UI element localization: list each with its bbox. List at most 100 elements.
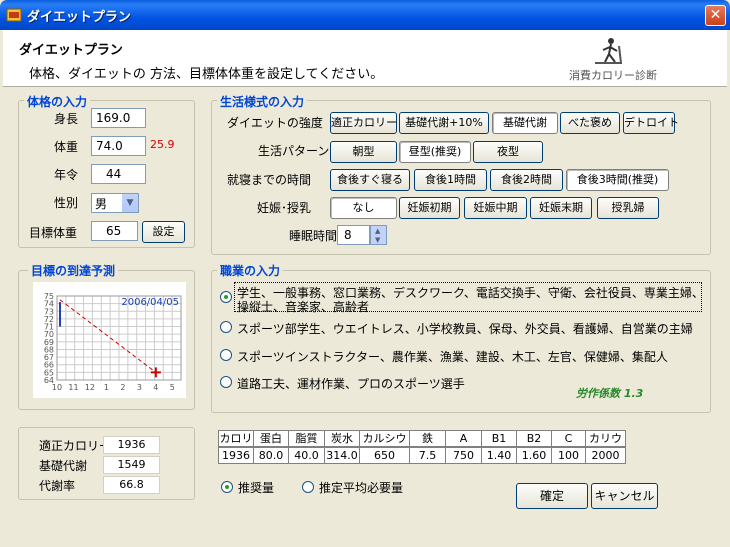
nutrition-header-cell: B2 — [516, 430, 552, 447]
occupation-option-1-line2[interactable]: 操縦士、音楽家、高齢者 — [237, 298, 369, 315]
labor-coefficient: 労作係数 1.3 — [576, 387, 644, 400]
chart-x-tick: 12 — [85, 383, 95, 392]
title-bar: ダイエットプラン ✕ — [0, 0, 730, 30]
bmi-value: 25.9 — [150, 138, 175, 151]
occupation-radio-2[interactable] — [220, 321, 232, 333]
pregnancy-option-mid[interactable]: 妊娠中期 — [464, 197, 527, 219]
nutrition-header-cell: B1 — [481, 430, 517, 447]
sleep-hours-input[interactable]: 8 — [337, 225, 370, 245]
nutrition-value-cell: 7.5 — [409, 447, 446, 464]
nutrition-header-cell: 鉄 — [409, 430, 446, 447]
nutrition-header-cell: カルシウム — [359, 430, 410, 460]
sleep-hours-spinner[interactable]: ▲ ▼ — [370, 225, 387, 245]
cancel-button[interactable]: キャンセル — [591, 483, 658, 509]
summary-label-proper: 適正カロリー — [39, 439, 112, 453]
logo-text: 消費カロリー診断 — [569, 69, 657, 82]
spin-down-icon[interactable]: ▼ — [375, 236, 380, 244]
sleep-gap-option-3[interactable]: 食後3時間(推奨) — [566, 169, 669, 191]
prediction-chart: 75 74 73 72 71 70 69 68 67 66 65 64 10 11 12 1 2 3 4 5 2006/… — [33, 282, 186, 398]
sleep-gap-option-0[interactable]: 食後すぐ寝る — [330, 169, 410, 191]
sex-select[interactable]: 男 ▼ — [91, 193, 139, 213]
target-weight-input[interactable]: 65 — [91, 221, 138, 241]
occupation-option-4[interactable]: 道路工夫、運材作業、プロのスポーツ選手 — [237, 375, 465, 392]
nutrition-value-cell: 314.0 — [324, 447, 360, 464]
sleep-gap-label: 就寝までの時間 — [227, 173, 312, 187]
treadmill-icon — [595, 38, 623, 64]
occupation-option-3[interactable]: スポーツインストラクター、農作業、漁業、建設、木工、左官、保健婦、集配人 — [237, 348, 668, 365]
chevron-down-icon[interactable]: ▼ — [121, 194, 138, 212]
prediction-title: 目標の到達予測 — [28, 262, 119, 279]
chart-x-tick: 5 — [170, 383, 175, 392]
nutrition-header-cell: C — [551, 430, 586, 447]
nutrition-value-cell: 650 — [359, 447, 410, 464]
prediction-chart-svg: 75747372717069686766656410 11 12 1 2 3 4 52006/… — [44, 292, 182, 392]
intensity-option-detroit[interactable]: デトロイト — [623, 112, 679, 134]
summary-label-rate: 代謝率 — [39, 479, 76, 493]
weight-input[interactable]: 74.0 — [91, 136, 146, 156]
height-input[interactable]: 169.0 — [91, 108, 146, 128]
age-label: 年令 — [54, 168, 79, 182]
sleep-gap-option-1[interactable]: 食後1時間 — [414, 169, 487, 191]
sleep-hours-label: 睡眠時間 — [289, 229, 338, 243]
occupation-title: 職業の入力 — [217, 262, 284, 279]
close-button[interactable]: ✕ — [705, 5, 726, 26]
chart-x-tick: 11 — [68, 383, 78, 392]
confirm-button[interactable]: 確定 — [516, 483, 588, 509]
nutrition-value-cell: 1.40 — [481, 447, 517, 464]
pattern-label: 生活パターン — [258, 144, 330, 158]
occupation-option-2[interactable]: スポーツ部学生、ウエイトレス、小学校教員、保母、外交員、看護婦、自営業の主婦 — [237, 320, 693, 337]
intensity-option-basal[interactable]: 基礎代謝 — [492, 112, 558, 134]
pattern-option-day[interactable]: 昼型(推奨) — [399, 141, 471, 163]
pregnancy-option-nursing[interactable]: 授乳婦 — [597, 197, 659, 219]
nutrition-value-cell: 1.60 — [516, 447, 552, 464]
intensity-option-praise[interactable]: べた褒め — [560, 112, 620, 134]
chart-x-tick: 4 — [153, 383, 158, 392]
pregnancy-option-early[interactable]: 妊娠初期 — [399, 197, 460, 219]
mode-radio-average[interactable] — [302, 481, 314, 493]
intensity-option-proper[interactable]: 適正カロリー — [330, 112, 397, 134]
target-weight-label: 目標体重 — [29, 226, 78, 240]
nutrition-header-cell: 炭水 — [324, 430, 360, 447]
set-button[interactable]: 設定 — [142, 221, 185, 243]
nutrition-header-cell: カリウム — [585, 430, 626, 460]
age-input[interactable]: 44 — [91, 164, 146, 184]
pattern-option-morning[interactable]: 朝型 — [330, 141, 397, 163]
chart-x-tick: 1 — [104, 383, 109, 392]
occupation-radio-1[interactable] — [220, 291, 232, 303]
pattern-option-night[interactable]: 夜型 — [473, 141, 543, 163]
window-title: ダイエットプラン — [27, 10, 131, 25]
mode-radio-recommended[interactable] — [221, 481, 233, 493]
nutrition-value-cell: 2000 — [585, 447, 626, 464]
pregnancy-option-none[interactable]: なし — [330, 197, 397, 219]
nutrition-value-cell: 750 — [445, 447, 482, 464]
sex-label: 性別 — [54, 196, 79, 210]
nutrition-header-cell: 脂質 — [288, 430, 325, 447]
nutrition-value-cell: 40.0 — [288, 447, 325, 464]
sex-value: 男 — [95, 197, 108, 211]
mode-label-recommended[interactable]: 推奨量 — [238, 479, 274, 496]
app-icon — [6, 8, 22, 22]
nutrition-value-cell: 80.0 — [253, 447, 289, 464]
nutrition-table: カロリー蛋白脂質炭水カルシウム鉄AB1B2Cカリウム 193680.040.03… — [218, 430, 698, 464]
summary-value-basal: 1549 — [103, 456, 160, 474]
occupation-radio-3[interactable] — [220, 349, 232, 361]
header-panel: ダイエットプラン 体格、ダイエットの 方法、目標体体重を設定してください。 消費… — [3, 30, 727, 87]
body-input-title: 体格の入力 — [24, 93, 91, 110]
pregnancy-label: 妊娠･授乳 — [257, 201, 312, 215]
weight-label: 体重 — [54, 140, 79, 154]
chart-x-tick: 3 — [137, 383, 142, 392]
pregnancy-option-late[interactable]: 妊娠末期 — [530, 197, 592, 219]
nutrition-value-cell: 1936 — [218, 447, 254, 464]
mode-label-average[interactable]: 推定平均必要量 — [319, 479, 403, 496]
header-title: ダイエットプラン — [19, 43, 123, 58]
nutrition-value-cell: 100 — [551, 447, 586, 464]
summary-label-basal: 基礎代謝 — [39, 459, 88, 473]
sleep-gap-option-2[interactable]: 食後2時間 — [490, 169, 563, 191]
nutrition-header-cell: カロリー — [218, 430, 254, 460]
nutrition-header-cell: A — [445, 430, 482, 447]
summary-value-rate: 66.8 — [103, 476, 160, 494]
occupation-radio-4[interactable] — [220, 376, 232, 388]
header-subtitle: 体格、ダイエットの 方法、目標体体重を設定してください。 — [29, 67, 384, 82]
spin-up-icon[interactable]: ▲ — [375, 227, 380, 235]
intensity-option-basal-plus10[interactable]: 基礎代謝+10% — [399, 112, 489, 134]
